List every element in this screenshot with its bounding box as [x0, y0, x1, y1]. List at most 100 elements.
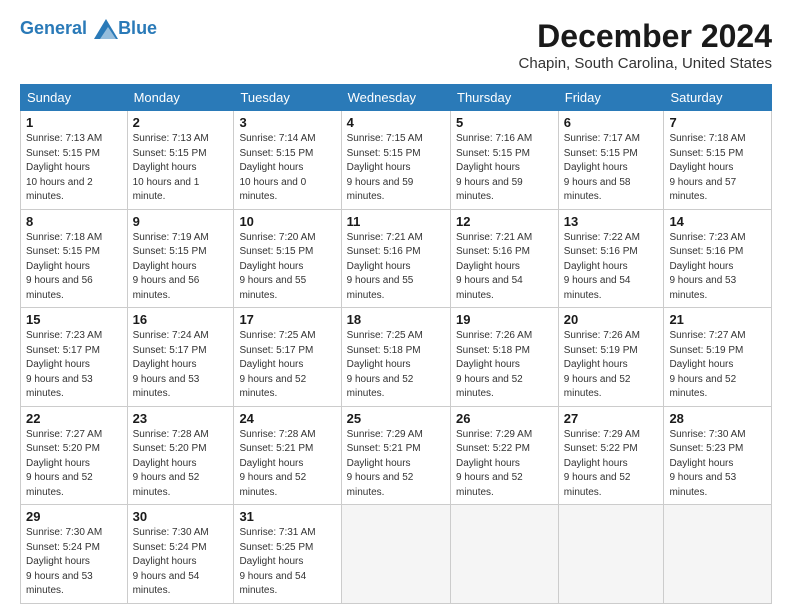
calendar-header-row: SundayMondayTuesdayWednesdayThursdayFrid… [21, 85, 772, 111]
day-number: 20 [564, 312, 659, 327]
day-number: 25 [347, 411, 445, 426]
calendar-cell: 17 Sunrise: 7:25 AMSunset: 5:17 PMDayligh… [234, 308, 341, 407]
day-number: 27 [564, 411, 659, 426]
day-number: 1 [26, 115, 122, 130]
calendar-cell: 25 Sunrise: 7:29 AMSunset: 5:21 PMDayligh… [341, 406, 450, 505]
calendar-cell [341, 505, 450, 604]
day-number: 21 [669, 312, 766, 327]
day-number: 30 [133, 509, 229, 524]
calendar-cell: 27Sunrise: 7:29 AMSunset: 5:22 PMDayligh… [558, 406, 664, 505]
day-sun-info: Sunrise: 7:16 AMSunset: 5:15 PMDaylight … [456, 132, 553, 205]
day-sun-info: Sunrise: 7:27 AMSunset: 5:19 PMDaylight … [669, 329, 766, 402]
day-number: 28 [669, 411, 766, 426]
day-number: 12 [456, 214, 553, 229]
calendar-cell [558, 505, 664, 604]
calendar-body: 1 Sunrise: 7:13 AMSunset: 5:15 PMDaylight… [21, 111, 772, 604]
calendar-cell: 28 Sunrise: 7:30 AMSunset: 5:23 PMDayligh… [664, 406, 772, 505]
day-number: 8 [26, 214, 122, 229]
page-header: General Blue December 2024 Chapin, South… [20, 18, 772, 72]
day-number: 19 [456, 312, 553, 327]
day-sun-info: Sunrise: 7:31 AMSunset: 5:25 PMDaylight … [239, 526, 335, 599]
calendar-week-5: 29 Sunrise: 7:30 AMSunset: 5:24 PMDayligh… [21, 505, 772, 604]
calendar-cell: 21 Sunrise: 7:27 AMSunset: 5:19 PMDayligh… [664, 308, 772, 407]
calendar-cell: 19 Sunrise: 7:26 AMSunset: 5:18 PMDayligh… [451, 308, 559, 407]
day-number: 15 [26, 312, 122, 327]
calendar-cell: 7Sunrise: 7:18 AMSunset: 5:15 PMDaylight… [664, 111, 772, 210]
calendar-cell: 24 Sunrise: 7:28 AMSunset: 5:21 PMDayligh… [234, 406, 341, 505]
logo-text: General [20, 18, 118, 39]
day-sun-info: Sunrise: 7:24 AMSunset: 5:17 PMDaylight … [133, 329, 229, 402]
weekday-header-thursday: Thursday [451, 85, 559, 111]
calendar-cell: 8 Sunrise: 7:18 AMSunset: 5:15 PMDaylight… [21, 209, 128, 308]
day-sun-info: Sunrise: 7:30 AMSunset: 5:23 PMDaylight … [669, 428, 766, 501]
day-sun-info: Sunrise: 7:30 AMSunset: 5:24 PMDaylight … [133, 526, 229, 599]
calendar-cell: 11 Sunrise: 7:21 AMSunset: 5:16 PMDayligh… [341, 209, 450, 308]
day-sun-info: Sunrise: 7:28 AMSunset: 5:21 PMDaylight … [239, 428, 335, 501]
calendar-cell: 1 Sunrise: 7:13 AMSunset: 5:15 PMDaylight… [21, 111, 128, 210]
weekday-header-monday: Monday [127, 85, 234, 111]
day-number: 5 [456, 115, 553, 130]
day-number: 24 [239, 411, 335, 426]
day-sun-info: Sunrise: 7:25 AMSunset: 5:17 PMDaylight … [239, 329, 335, 402]
day-number: 23 [133, 411, 229, 426]
calendar-cell: 2Sunrise: 7:13 AMSunset: 5:15 PMDaylight… [127, 111, 234, 210]
day-number: 26 [456, 411, 553, 426]
day-sun-info: Sunrise: 7:25 AMSunset: 5:18 PMDaylight … [347, 329, 445, 402]
day-sun-info: Sunrise: 7:29 AMSunset: 5:21 PMDaylight … [347, 428, 445, 501]
day-sun-info: Sunrise: 7:23 AMSunset: 5:17 PMDaylight … [26, 329, 122, 402]
weekday-header-wednesday: Wednesday [341, 85, 450, 111]
day-number: 2 [133, 115, 229, 130]
calendar-cell: 18Sunrise: 7:25 AMSunset: 5:18 PMDayligh… [341, 308, 450, 407]
day-sun-info: Sunrise: 7:22 AMSunset: 5:16 PMDaylight … [564, 231, 659, 304]
day-sun-info: Sunrise: 7:13 AMSunset: 5:15 PMDaylight … [26, 132, 122, 205]
calendar-cell: 30 Sunrise: 7:30 AMSunset: 5:24 PMDayligh… [127, 505, 234, 604]
calendar-cell: 12Sunrise: 7:21 AMSunset: 5:16 PMDayligh… [451, 209, 559, 308]
day-sun-info: Sunrise: 7:21 AMSunset: 5:16 PMDaylight … [347, 231, 445, 304]
day-sun-info: Sunrise: 7:19 AMSunset: 5:15 PMDaylight … [133, 231, 229, 304]
calendar-cell: 29 Sunrise: 7:30 AMSunset: 5:24 PMDayligh… [21, 505, 128, 604]
calendar-cell: 6Sunrise: 7:17 AMSunset: 5:15 PMDaylight… [558, 111, 664, 210]
day-number: 17 [239, 312, 335, 327]
day-sun-info: Sunrise: 7:14 AMSunset: 5:15 PMDaylight … [239, 132, 335, 205]
day-number: 29 [26, 509, 122, 524]
calendar-week-3: 15 Sunrise: 7:23 AMSunset: 5:17 PMDayligh… [21, 308, 772, 407]
day-number: 4 [347, 115, 445, 130]
day-sun-info: Sunrise: 7:20 AMSunset: 5:15 PMDaylight … [239, 231, 335, 304]
month-year-title: December 2024 [519, 18, 772, 55]
calendar-cell: 10 Sunrise: 7:20 AMSunset: 5:15 PMDayligh… [234, 209, 341, 308]
location-subtitle: Chapin, South Carolina, United States [519, 55, 772, 72]
calendar-week-2: 8 Sunrise: 7:18 AMSunset: 5:15 PMDaylight… [21, 209, 772, 308]
day-number: 6 [564, 115, 659, 130]
day-number: 11 [347, 214, 445, 229]
day-number: 9 [133, 214, 229, 229]
day-sun-info: Sunrise: 7:27 AMSunset: 5:20 PMDaylight … [26, 428, 122, 501]
calendar-cell: 13 Sunrise: 7:22 AMSunset: 5:16 PMDayligh… [558, 209, 664, 308]
calendar-cell [451, 505, 559, 604]
calendar-cell: 16Sunrise: 7:24 AMSunset: 5:17 PMDayligh… [127, 308, 234, 407]
calendar-cell: 31Sunrise: 7:31 AMSunset: 5:25 PMDayligh… [234, 505, 341, 604]
calendar-cell: 23Sunrise: 7:28 AMSunset: 5:20 PMDayligh… [127, 406, 234, 505]
title-block: December 2024 Chapin, South Carolina, Un… [519, 18, 772, 72]
day-sun-info: Sunrise: 7:18 AMSunset: 5:15 PMDaylight … [26, 231, 122, 304]
calendar-cell: 9 Sunrise: 7:19 AMSunset: 5:15 PMDaylight… [127, 209, 234, 308]
weekday-header-sunday: Sunday [21, 85, 128, 111]
weekday-header-friday: Friday [558, 85, 664, 111]
calendar-cell: 15 Sunrise: 7:23 AMSunset: 5:17 PMDayligh… [21, 308, 128, 407]
weekday-header-tuesday: Tuesday [234, 85, 341, 111]
day-sun-info: Sunrise: 7:30 AMSunset: 5:24 PMDaylight … [26, 526, 122, 599]
calendar-cell: 26 Sunrise: 7:29 AMSunset: 5:22 PMDayligh… [451, 406, 559, 505]
calendar-week-1: 1 Sunrise: 7:13 AMSunset: 5:15 PMDaylight… [21, 111, 772, 210]
day-number: 22 [26, 411, 122, 426]
logo-icon [94, 19, 118, 39]
day-sun-info: Sunrise: 7:29 AMSunset: 5:22 PMDaylight … [456, 428, 553, 501]
day-sun-info: Sunrise: 7:23 AMSunset: 5:16 PMDaylight … [669, 231, 766, 304]
day-number: 3 [239, 115, 335, 130]
calendar-cell: 22 Sunrise: 7:27 AMSunset: 5:20 PMDayligh… [21, 406, 128, 505]
day-number: 13 [564, 214, 659, 229]
calendar-cell: 3 Sunrise: 7:14 AMSunset: 5:15 PMDaylight… [234, 111, 341, 210]
calendar-cell: 20Sunrise: 7:26 AMSunset: 5:19 PMDayligh… [558, 308, 664, 407]
calendar-cell [664, 505, 772, 604]
day-number: 10 [239, 214, 335, 229]
day-number: 7 [669, 115, 766, 130]
day-sun-info: Sunrise: 7:26 AMSunset: 5:18 PMDaylight … [456, 329, 553, 402]
